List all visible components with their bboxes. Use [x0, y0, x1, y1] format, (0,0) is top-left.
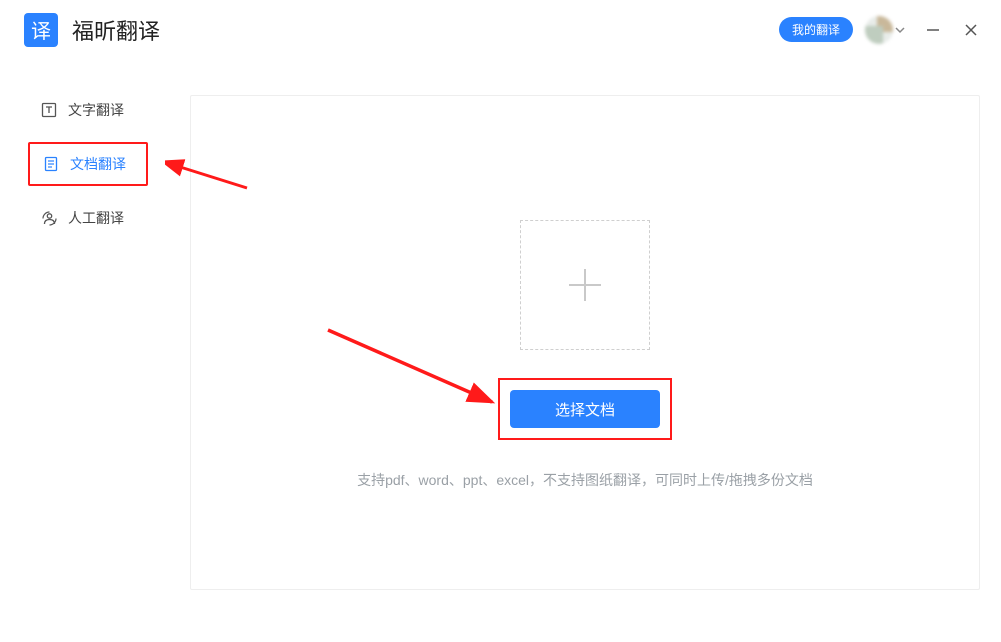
my-translate-button[interactable]: 我的翻译: [779, 17, 853, 42]
titlebar-right: 我的翻译: [779, 16, 981, 44]
file-dropzone[interactable]: [520, 220, 650, 350]
text-translate-icon: [40, 101, 58, 119]
sidebar-item-text-translate[interactable]: 文字翻译: [28, 90, 148, 130]
human-translate-icon: [40, 209, 58, 227]
user-avatar-dropdown[interactable]: [865, 16, 905, 44]
sidebar-item-label: 文字翻译: [68, 100, 124, 120]
select-file-button[interactable]: 选择文档: [510, 390, 660, 428]
avatar-icon: [865, 16, 893, 44]
app-title: 福昕翻译: [72, 14, 160, 46]
sidebar-item-label: 文档翻译: [70, 154, 126, 174]
upload-card: 选择文档 支持pdf、word、ppt、excel，不支持图纸翻译，可同时上传/…: [190, 95, 980, 590]
titlebar: 译 福昕翻译 我的翻译: [0, 0, 1001, 60]
sidebar-item-human-translate[interactable]: 人工翻译: [28, 198, 148, 238]
app-logo-icon: 译: [24, 13, 58, 47]
close-button[interactable]: [961, 20, 981, 40]
supported-formats-hint: 支持pdf、word、ppt、excel，不支持图纸翻译，可同时上传/拖拽多份文…: [357, 470, 813, 490]
sidebar-item-doc-translate[interactable]: 文档翻译: [28, 142, 148, 186]
sidebar: 文字翻译 文档翻译 人工翻译: [0, 60, 180, 642]
minimize-icon: [926, 23, 940, 37]
sidebar-item-label: 人工翻译: [68, 208, 124, 228]
plus-icon: [563, 263, 607, 307]
chevron-down-icon: [895, 25, 905, 35]
select-button-highlight: 选择文档: [498, 378, 672, 440]
main-panel: 选择文档 支持pdf、word、ppt、excel，不支持图纸翻译，可同时上传/…: [180, 60, 1001, 642]
close-icon: [964, 23, 978, 37]
minimize-button[interactable]: [923, 20, 943, 40]
doc-translate-icon: [42, 155, 60, 173]
content-wrap: 文字翻译 文档翻译 人工翻译: [0, 60, 1001, 642]
